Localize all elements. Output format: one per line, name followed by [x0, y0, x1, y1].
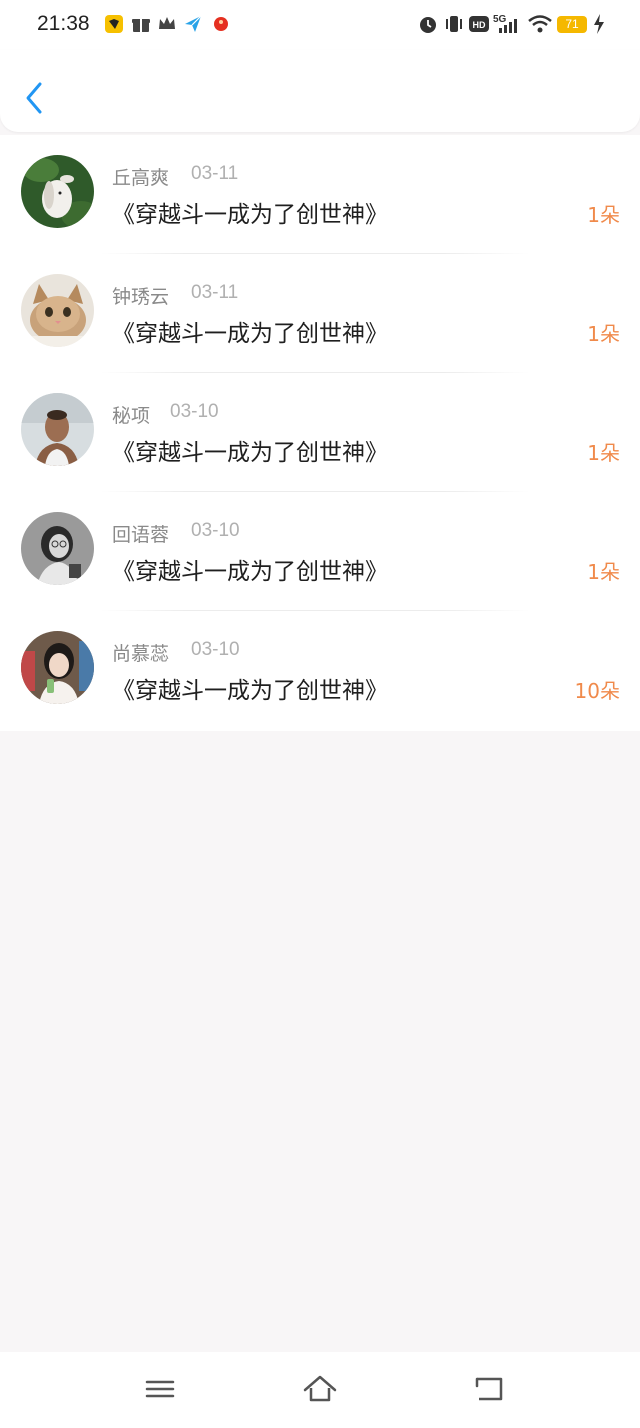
sender-name: 钟琇云 — [112, 286, 170, 308]
sender-name: 回语蓉 — [112, 524, 170, 546]
avatar — [21, 274, 94, 347]
back-button[interactable] — [20, 80, 50, 116]
sender-name: 丘高爽 — [112, 167, 170, 189]
home-icon[interactable] — [303, 1374, 337, 1404]
top-header — [0, 50, 640, 132]
send-date: 03-10 — [191, 520, 240, 541]
battery-icon: 71 — [557, 16, 587, 33]
list-item[interactable]: 回语蓉 03-10 《穿越斗一成为了创世神》 1朵 — [0, 492, 640, 611]
system-nav-bar — [0, 1352, 640, 1428]
send-icon — [185, 15, 202, 32]
flower-count: 1朵 — [587, 441, 620, 465]
book-title: 《穿越斗一成为了创世神》 — [112, 202, 388, 228]
svg-text:HD: HD — [473, 20, 486, 30]
alarm-icon — [420, 17, 436, 33]
red-dot-icon — [214, 17, 228, 31]
gift-icon — [132, 19, 150, 32]
vibrate-icon — [446, 16, 462, 32]
list-item[interactable]: 尚慕蕊 03-10 《穿越斗一成为了创世神》 10朵 — [0, 611, 640, 731]
wifi-icon — [528, 15, 552, 33]
flower-count: 10朵 — [574, 679, 620, 703]
sender-name: 秘项 — [112, 405, 151, 427]
sender-name: 尚慕蕊 — [112, 643, 170, 665]
send-date: 03-11 — [191, 163, 239, 184]
menu-icon[interactable] — [145, 1374, 175, 1404]
hd-icon: HD — [469, 16, 489, 32]
book-title: 《穿越斗一成为了创世神》 — [112, 559, 388, 585]
avatar — [21, 155, 94, 228]
list-item[interactable]: 秘项 03-10 《穿越斗一成为了创世神》 1朵 — [0, 373, 640, 492]
send-date: 03-10 — [191, 639, 240, 660]
back-icon[interactable] — [473, 1374, 505, 1404]
gift-record-list: 丘高爽 03-11 《穿越斗一成为了创世神》 1朵 钟琇云 03-11 《穿越斗… — [0, 135, 640, 731]
signal-icon: 5G — [493, 14, 517, 33]
list-item[interactable]: 丘高爽 03-11 《穿越斗一成为了创世神》 1朵 — [0, 135, 640, 254]
flower-count: 1朵 — [587, 560, 620, 584]
book-title: 《穿越斗一成为了创世神》 — [112, 321, 388, 347]
flower-count: 1朵 — [587, 322, 620, 346]
status-time: 21:38 — [37, 12, 90, 35]
status-bar: 21:38 HD 5G 71 — [0, 0, 640, 50]
charging-icon — [594, 14, 604, 34]
list-item[interactable]: 钟琇云 03-11 《穿越斗一成为了创世神》 1朵 — [0, 254, 640, 373]
app-icon-yellow — [105, 15, 123, 33]
chevron-left-icon — [26, 82, 42, 114]
flower-count: 1朵 — [587, 203, 620, 227]
avatar — [21, 393, 94, 466]
svg-text:5G: 5G — [493, 14, 507, 25]
avatar — [21, 631, 94, 704]
crown-icon — [159, 17, 175, 29]
send-date: 03-10 — [170, 401, 219, 422]
send-date: 03-11 — [191, 282, 239, 303]
book-title: 《穿越斗一成为了创世神》 — [112, 678, 388, 704]
avatar — [21, 512, 94, 585]
book-title: 《穿越斗一成为了创世神》 — [112, 440, 388, 466]
